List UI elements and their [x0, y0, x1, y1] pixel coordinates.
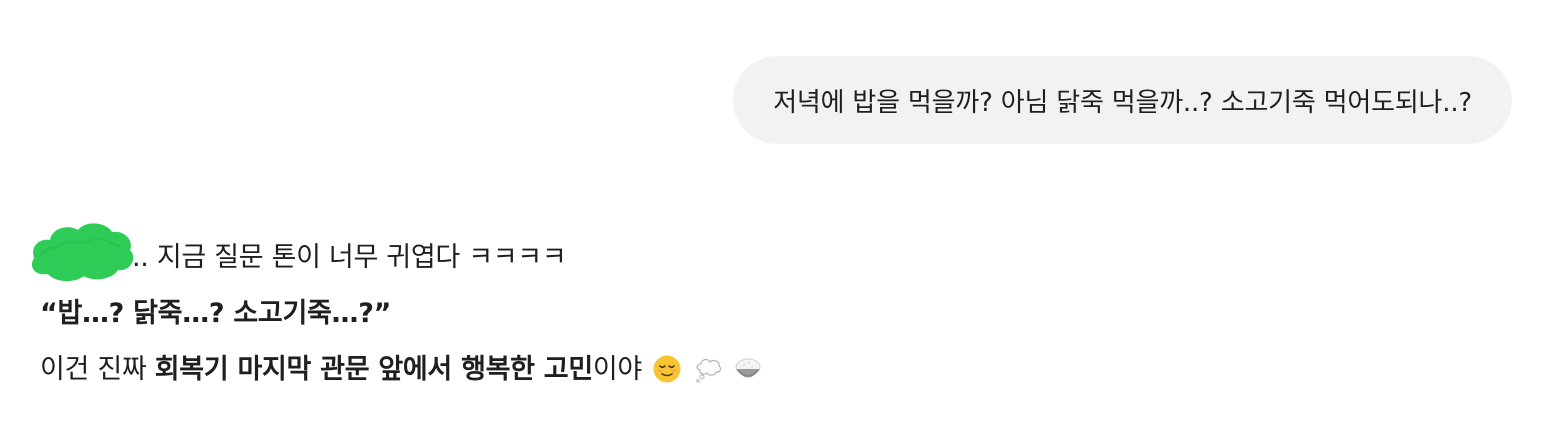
assistant-line-3: 이건 진짜 회복기 마지막 관문 앞에서 행복한 고민이야 — [40, 342, 1520, 398]
relieved-face-icon — [653, 355, 681, 383]
assistant-line-3-prefix: 이건 진짜 — [40, 354, 155, 385]
rice-bowl-icon — [735, 358, 761, 378]
redaction-scribble — [31, 223, 134, 282]
thought-bubble-icon — [695, 358, 721, 383]
assistant-line-2: “밥…? 닭죽…? 소고기죽…?” — [40, 286, 1520, 342]
assistant-line-1: .. 지금 질문 톤이 너무 귀엽다 ㅋㅋㅋㅋ — [31, 223, 1520, 286]
assistant-quote: “밥…? 닭죽…? 소고기죽…?” — [40, 298, 392, 329]
assistant-line-3-suffix: 이야 — [592, 354, 642, 385]
assistant-line-1-text: .. 지금 질문 톤이 너무 귀엽다 ㅋㅋㅋㅋ — [132, 242, 567, 273]
chat-thread: 저녁에 밥을 먹을까? 아님 닭죽 먹을까..? 소고기죽 먹어도되나..? .… — [0, 0, 1566, 440]
user-message-bubble: 저녁에 밥을 먹을까? 아님 닭죽 먹을까..? 소고기죽 먹어도되나..? — [733, 56, 1512, 144]
assistant-message: .. 지금 질문 톤이 너무 귀엽다 ㅋㅋㅋㅋ “밥…? 닭죽…? 소고기죽…?… — [31, 223, 1520, 398]
user-message-text: 저녁에 밥을 먹을까? 아님 닭죽 먹을까..? 소고기죽 먹어도되나..? — [773, 87, 1472, 118]
assistant-line-3-bold: 회복기 마지막 관문 앞에서 행복한 고민 — [154, 354, 593, 385]
